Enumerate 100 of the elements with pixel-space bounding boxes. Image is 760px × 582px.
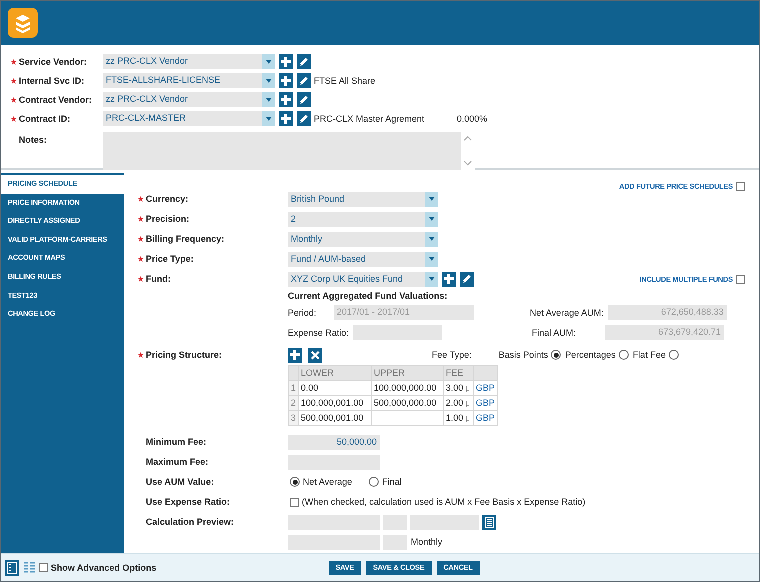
radio-button[interactable] bbox=[551, 350, 562, 360]
dropdown-field[interactable]: Fund / AUM-based bbox=[288, 252, 438, 266]
unit-icon bbox=[466, 400, 470, 407]
add-button[interactable] bbox=[279, 111, 293, 126]
column-header: LOWER bbox=[298, 366, 372, 380]
field-label: Billing Frequency: bbox=[146, 234, 225, 244]
option-label: Flat Fee bbox=[632, 350, 666, 360]
plus-icon bbox=[281, 56, 291, 66]
currency-link[interactable]: GBP bbox=[474, 410, 498, 426]
field-label: Fund: bbox=[146, 274, 171, 284]
table-cell[interactable]: 500,000,001.00 bbox=[298, 410, 372, 426]
add-button[interactable] bbox=[279, 54, 293, 69]
caret-icon[interactable] bbox=[266, 98, 272, 102]
field-label: Contract Vendor: bbox=[19, 94, 92, 104]
table-cell[interactable] bbox=[372, 410, 444, 426]
edit-button[interactable] bbox=[297, 73, 311, 88]
plus-icon bbox=[444, 274, 454, 284]
calculator-button[interactable] bbox=[482, 514, 496, 530]
field-label: Service Vendor: bbox=[19, 56, 88, 66]
dropdown-field[interactable]: British Pound bbox=[288, 192, 438, 206]
table-cell[interactable]: 1.00 bbox=[444, 410, 474, 426]
expense-ratio-field[interactable] bbox=[353, 325, 442, 340]
radio-button[interactable] bbox=[618, 350, 629, 360]
field-label: Internal Svc ID: bbox=[19, 76, 85, 86]
caret-icon[interactable] bbox=[428, 217, 434, 221]
caret-icon[interactable] bbox=[428, 237, 434, 241]
add-button[interactable] bbox=[279, 73, 293, 88]
pencil-icon bbox=[299, 114, 309, 124]
field-label: Expense Ratio: bbox=[288, 328, 350, 338]
dropdown-field[interactable]: XYZ Corp UK Equities Fund bbox=[288, 272, 438, 286]
dropdown-field[interactable]: PRC-CLX-MASTER bbox=[103, 111, 275, 126]
row-number: 3 bbox=[288, 410, 299, 426]
columns-icon bbox=[24, 562, 34, 574]
preview-field bbox=[383, 534, 407, 550]
preview-field bbox=[383, 514, 407, 530]
description-text: FTSE All Share bbox=[314, 76, 376, 86]
table-cell[interactable]: 0.00 bbox=[298, 380, 372, 396]
checkbox[interactable] bbox=[736, 274, 745, 284]
delete-button[interactable] bbox=[308, 348, 322, 362]
plus-icon bbox=[281, 76, 291, 86]
field-label: Currency: bbox=[146, 194, 189, 204]
caret-icon[interactable] bbox=[266, 116, 272, 120]
edit-button[interactable] bbox=[297, 111, 311, 126]
field-label: Use Expense Ratio: bbox=[146, 497, 230, 507]
frequency-text: Monthly bbox=[411, 537, 443, 547]
dropdown-field[interactable]: Monthly bbox=[288, 232, 438, 246]
add-button[interactable] bbox=[279, 92, 293, 107]
field-label: Period: bbox=[288, 308, 318, 318]
edit-button[interactable] bbox=[297, 54, 311, 69]
add-button[interactable] bbox=[288, 348, 302, 362]
close-icon bbox=[310, 350, 320, 360]
dropdown-field[interactable]: zz PRC-CLX Vendor bbox=[103, 92, 275, 107]
add-button[interactable] bbox=[442, 272, 456, 286]
caret-icon[interactable] bbox=[428, 277, 434, 281]
unit-icon bbox=[466, 386, 470, 392]
radio-button[interactable] bbox=[369, 477, 380, 487]
table-cell[interactable]: 500,000,000.00 bbox=[372, 396, 444, 410]
table-cell[interactable]: 2.00 bbox=[444, 396, 474, 410]
rate-text: 0.000% bbox=[457, 114, 488, 124]
dropdown-field[interactable]: FTSE-ALLSHARE-LICENSE bbox=[103, 73, 275, 88]
checkbox[interactable] bbox=[290, 498, 299, 506]
dropdown-field[interactable]: zz PRC-CLX Vendor bbox=[103, 54, 275, 69]
plus-icon bbox=[281, 94, 291, 104]
caret-icon[interactable] bbox=[428, 197, 434, 201]
table-cell[interactable]: 100,000,001.00 bbox=[298, 396, 372, 410]
hint-text: (When checked, calculation used is AUM x Fee Basis x Expense Ratio) bbox=[302, 497, 586, 507]
checkbox[interactable] bbox=[736, 182, 745, 190]
minimum-fee-field[interactable]: 50,000.00 bbox=[288, 434, 380, 450]
radio-button[interactable] bbox=[290, 477, 300, 487]
checkbox[interactable] bbox=[39, 563, 48, 572]
maximum-fee-field[interactable] bbox=[288, 454, 380, 470]
edit-button[interactable] bbox=[460, 272, 474, 286]
plus-icon bbox=[290, 350, 300, 360]
currency-link[interactable]: GBP bbox=[474, 396, 498, 410]
caret-icon[interactable] bbox=[428, 257, 434, 261]
radio-button[interactable] bbox=[668, 350, 679, 360]
single-column-view-icon[interactable] bbox=[5, 560, 19, 576]
edit-button[interactable] bbox=[297, 92, 311, 107]
dropdown-field[interactable]: 2 bbox=[288, 212, 438, 226]
pencil-icon bbox=[299, 94, 309, 104]
option-label: Basis Points bbox=[498, 350, 548, 360]
field-label: Price Type: bbox=[146, 254, 194, 264]
field-label: Final AUM: bbox=[532, 328, 578, 338]
list-icon bbox=[7, 562, 17, 574]
row-number: 1 bbox=[288, 380, 299, 396]
table-cell[interactable]: 3.00 bbox=[444, 380, 474, 396]
pencil-icon bbox=[299, 56, 309, 66]
table-cell[interactable]: 100,000,000.00 bbox=[372, 380, 444, 396]
field-label: Notes: bbox=[19, 135, 48, 145]
row-number: 2 bbox=[288, 396, 299, 410]
field-label: Calculation Preview: bbox=[146, 517, 234, 527]
section-title: Current Aggregated Fund Valuations: bbox=[288, 291, 448, 301]
caret-icon[interactable] bbox=[266, 60, 272, 64]
description-text: PRC-CLX Master Agrement bbox=[314, 114, 425, 124]
field-label: Minimum Fee: bbox=[146, 437, 207, 447]
pencil-icon bbox=[462, 274, 472, 284]
currency-link[interactable]: GBP bbox=[474, 380, 498, 396]
caret-icon[interactable] bbox=[266, 78, 272, 82]
field-label: Pricing Structure: bbox=[146, 350, 222, 360]
option-label: Net Average bbox=[303, 477, 352, 487]
